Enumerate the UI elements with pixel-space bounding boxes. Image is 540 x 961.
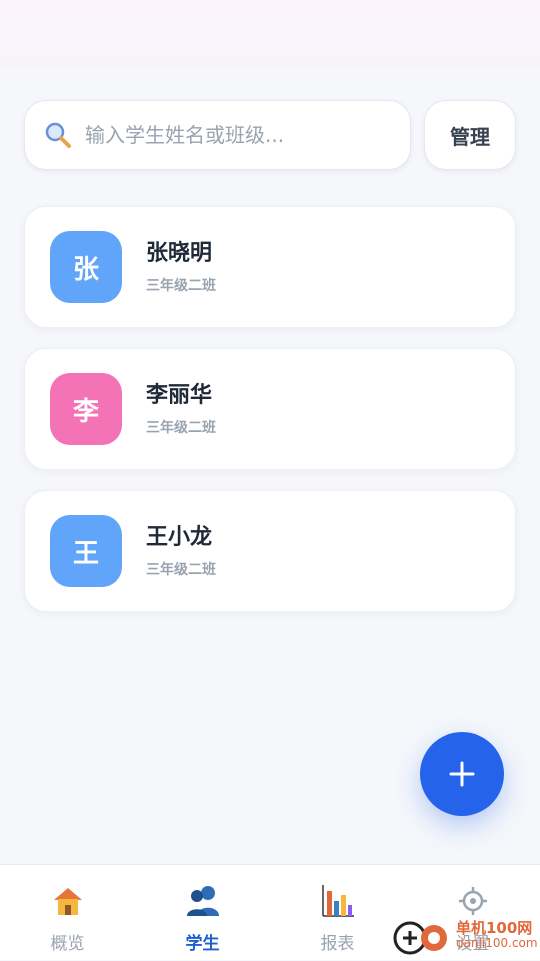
student-info: 张晓明 三年级二班: [146, 239, 216, 295]
student-name: 张晓明: [146, 241, 213, 266]
student-info: 王小龙 三年级二班: [146, 523, 216, 579]
watermark-title: 单机100网: [456, 919, 533, 937]
student-name: 王小龙: [146, 525, 213, 550]
avatar: 张: [50, 231, 122, 303]
watermark-logo-icon: [393, 921, 447, 955]
status-bar: [0, 0, 540, 68]
tab-students[interactable]: 学生: [135, 865, 270, 961]
tab-label: 概览: [50, 934, 85, 954]
bar-chart-icon: [321, 885, 354, 917]
student-list: 张 张晓明 三年级二班 李 李丽华 三年级二班 王 王小龙 三年级二班: [24, 206, 516, 612]
tab-overview[interactable]: 概览: [0, 865, 135, 961]
watermark-text: 单机100网 danji100.com: [456, 921, 538, 951]
plus-icon: [449, 761, 475, 787]
add-student-button[interactable]: [420, 732, 504, 816]
people-icon: [186, 886, 219, 916]
tab-label: 学生: [185, 934, 220, 954]
search-box[interactable]: [24, 100, 411, 170]
watermark-url: danji100.com: [456, 936, 538, 950]
student-card[interactable]: 张 张晓明 三年级二班: [24, 206, 516, 328]
tab-label: 报表: [320, 934, 355, 954]
student-class: 三年级二班: [146, 278, 216, 294]
student-card[interactable]: 王 王小龙 三年级二班: [24, 490, 516, 612]
student-class: 三年级二班: [146, 562, 216, 578]
search-row: 管理: [24, 100, 516, 170]
manage-button[interactable]: 管理: [424, 100, 516, 170]
student-card[interactable]: 李 李丽华 三年级二班: [24, 348, 516, 470]
student-name: 李丽华: [146, 383, 213, 408]
student-class: 三年级二班: [146, 420, 216, 436]
tab-reports[interactable]: 报表: [270, 865, 405, 961]
avatar: 李: [50, 373, 122, 445]
student-info: 李丽华 三年级二班: [146, 381, 216, 437]
search-input[interactable]: [85, 123, 385, 147]
watermark: 单机100网 danji100.com: [390, 914, 540, 958]
search-icon: [45, 122, 71, 148]
gear-icon: [458, 887, 487, 915]
house-icon: [53, 888, 82, 915]
avatar: 王: [50, 515, 122, 587]
